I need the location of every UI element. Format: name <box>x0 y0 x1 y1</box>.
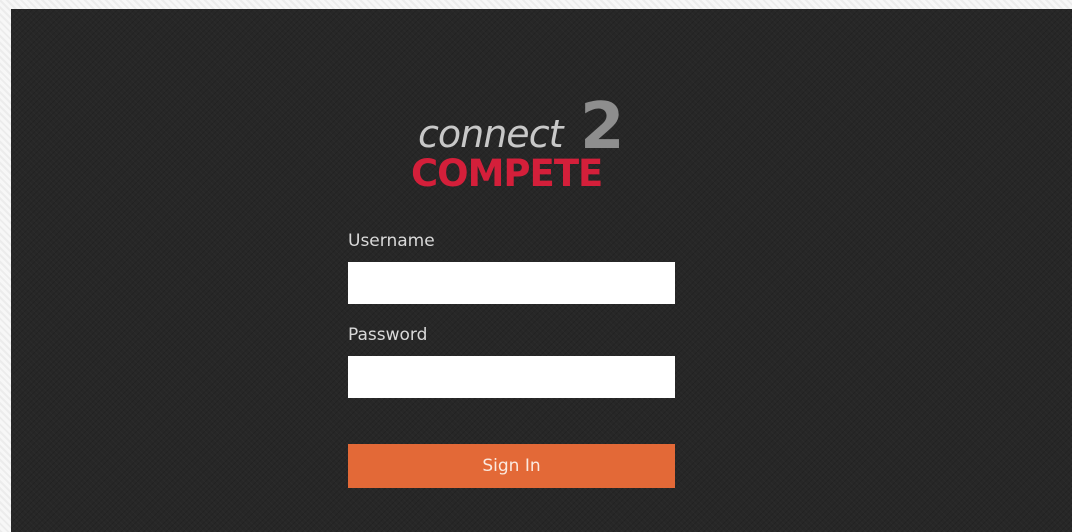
username-input[interactable] <box>348 262 675 304</box>
sign-in-button[interactable]: Sign In <box>348 444 675 488</box>
password-label: Password <box>348 325 428 345</box>
password-input[interactable] <box>348 356 675 398</box>
connect2compete-logo: connect 2 COMPETE <box>408 89 638 199</box>
logo-two-text: 2 <box>580 90 625 164</box>
username-label: Username <box>348 231 435 251</box>
logo-connect-text: connect <box>418 112 563 156</box>
logo-compete-text: COMPETE <box>411 152 603 195</box>
